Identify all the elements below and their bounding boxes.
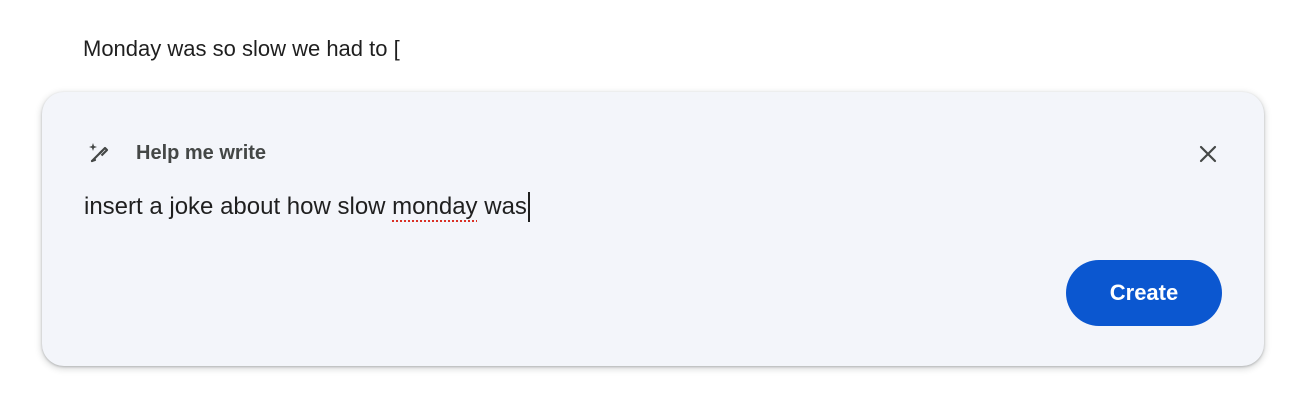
prompt-text-after: was [477,193,527,220]
prompt-text-before: insert a joke about how slow [84,193,393,220]
pen-sparkle-icon [86,140,112,166]
panel-header: Help me write [86,139,266,167]
close-button[interactable] [1194,142,1222,170]
document-text[interactable]: Monday was so slow we had to [ [83,36,400,62]
panel-title: Help me write [136,141,267,164]
text-caret [527,192,530,222]
misspelled-word[interactable]: monday [392,193,477,221]
create-button[interactable]: Create [1066,260,1222,326]
prompt-input[interactable]: insert a joke about how slow monday was [84,190,530,224]
help-me-write-panel: Help me write insert a joke about how sl… [42,92,1264,366]
close-icon [1199,145,1217,168]
